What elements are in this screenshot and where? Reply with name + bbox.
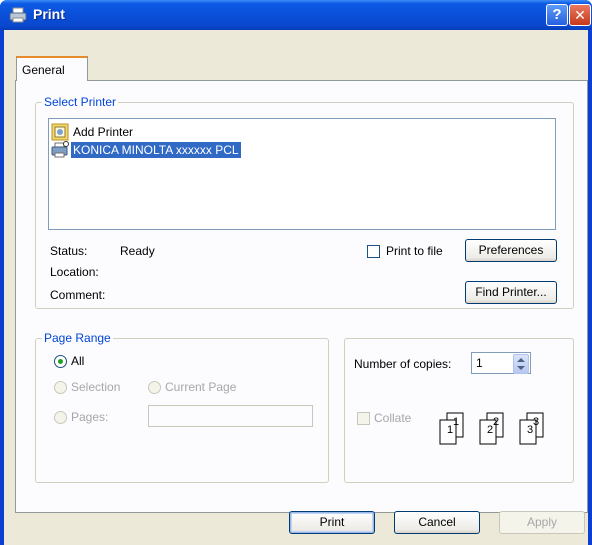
all-radio[interactable]: [54, 355, 67, 368]
pages-radio[interactable]: [54, 411, 67, 424]
spinner-arrows-icon[interactable]: [513, 354, 529, 374]
title-bar[interactable]: Print ? ✕: [0, 0, 592, 30]
apply-button[interactable]: Apply: [499, 511, 585, 534]
radio-dot: [58, 359, 63, 364]
current-page-radio[interactable]: [148, 381, 161, 394]
help-button[interactable]: ?: [546, 4, 568, 26]
list-item-konica-printer[interactable]: KONICA MINOLTA xxxxxx PCL: [51, 141, 241, 159]
all-label[interactable]: All: [71, 354, 84, 368]
close-button[interactable]: ✕: [569, 4, 591, 26]
print-to-file-label[interactable]: Print to file: [386, 244, 443, 258]
status-label: Status:: [50, 244, 88, 258]
pages-label[interactable]: Pages:: [71, 410, 108, 424]
print-button[interactable]: Print: [289, 511, 375, 534]
page-range-group-label: Page Range: [42, 331, 113, 345]
number-of-copies-label: Number of copies:: [354, 357, 452, 371]
pages-input[interactable]: [148, 405, 313, 427]
cancel-button[interactable]: Cancel: [394, 511, 480, 534]
printer-list[interactable]: Add Printer KONICA MINOLTA xxxxxx PCL: [48, 118, 556, 230]
collate-label[interactable]: Collate: [374, 411, 411, 425]
list-item-label: KONICA MINOLTA xxxxxx PCL: [71, 142, 241, 158]
print-to-file-checkbox[interactable]: [367, 245, 380, 258]
current-page-label[interactable]: Current Page: [165, 380, 236, 394]
collate-checkbox[interactable]: [357, 412, 370, 425]
printer-icon: [51, 141, 69, 158]
up-down-arrow-icon: [517, 358, 525, 370]
printer-icon: [9, 7, 27, 23]
selection-label[interactable]: Selection: [71, 380, 120, 394]
comment-label: Comment:: [50, 288, 106, 302]
list-item-label: Add Printer: [73, 125, 134, 139]
copies-stepper[interactable]: 1: [471, 352, 531, 374]
find-printer-button[interactable]: Find Printer...: [465, 281, 557, 304]
list-item-add-printer[interactable]: Add Printer: [51, 123, 135, 141]
collate-page-number: 2: [493, 416, 500, 428]
window-title: Print: [33, 6, 65, 22]
preferences-button[interactable]: Preferences: [465, 239, 557, 262]
add-printer-icon: [51, 123, 69, 141]
status-value: Ready: [120, 244, 155, 258]
collate-page-number: 3: [533, 416, 540, 428]
copies-value: 1: [476, 356, 483, 370]
print-dialog: Print ? ✕ General Select Printer Add Pri…: [0, 0, 592, 545]
selection-radio[interactable]: [54, 381, 67, 394]
select-printer-group-label: Select Printer: [42, 95, 119, 109]
tab-general[interactable]: General: [16, 56, 88, 81]
location-label: Location:: [50, 265, 99, 279]
pages-input-value: [149, 409, 152, 423]
collate-page-number: 1: [453, 416, 460, 428]
